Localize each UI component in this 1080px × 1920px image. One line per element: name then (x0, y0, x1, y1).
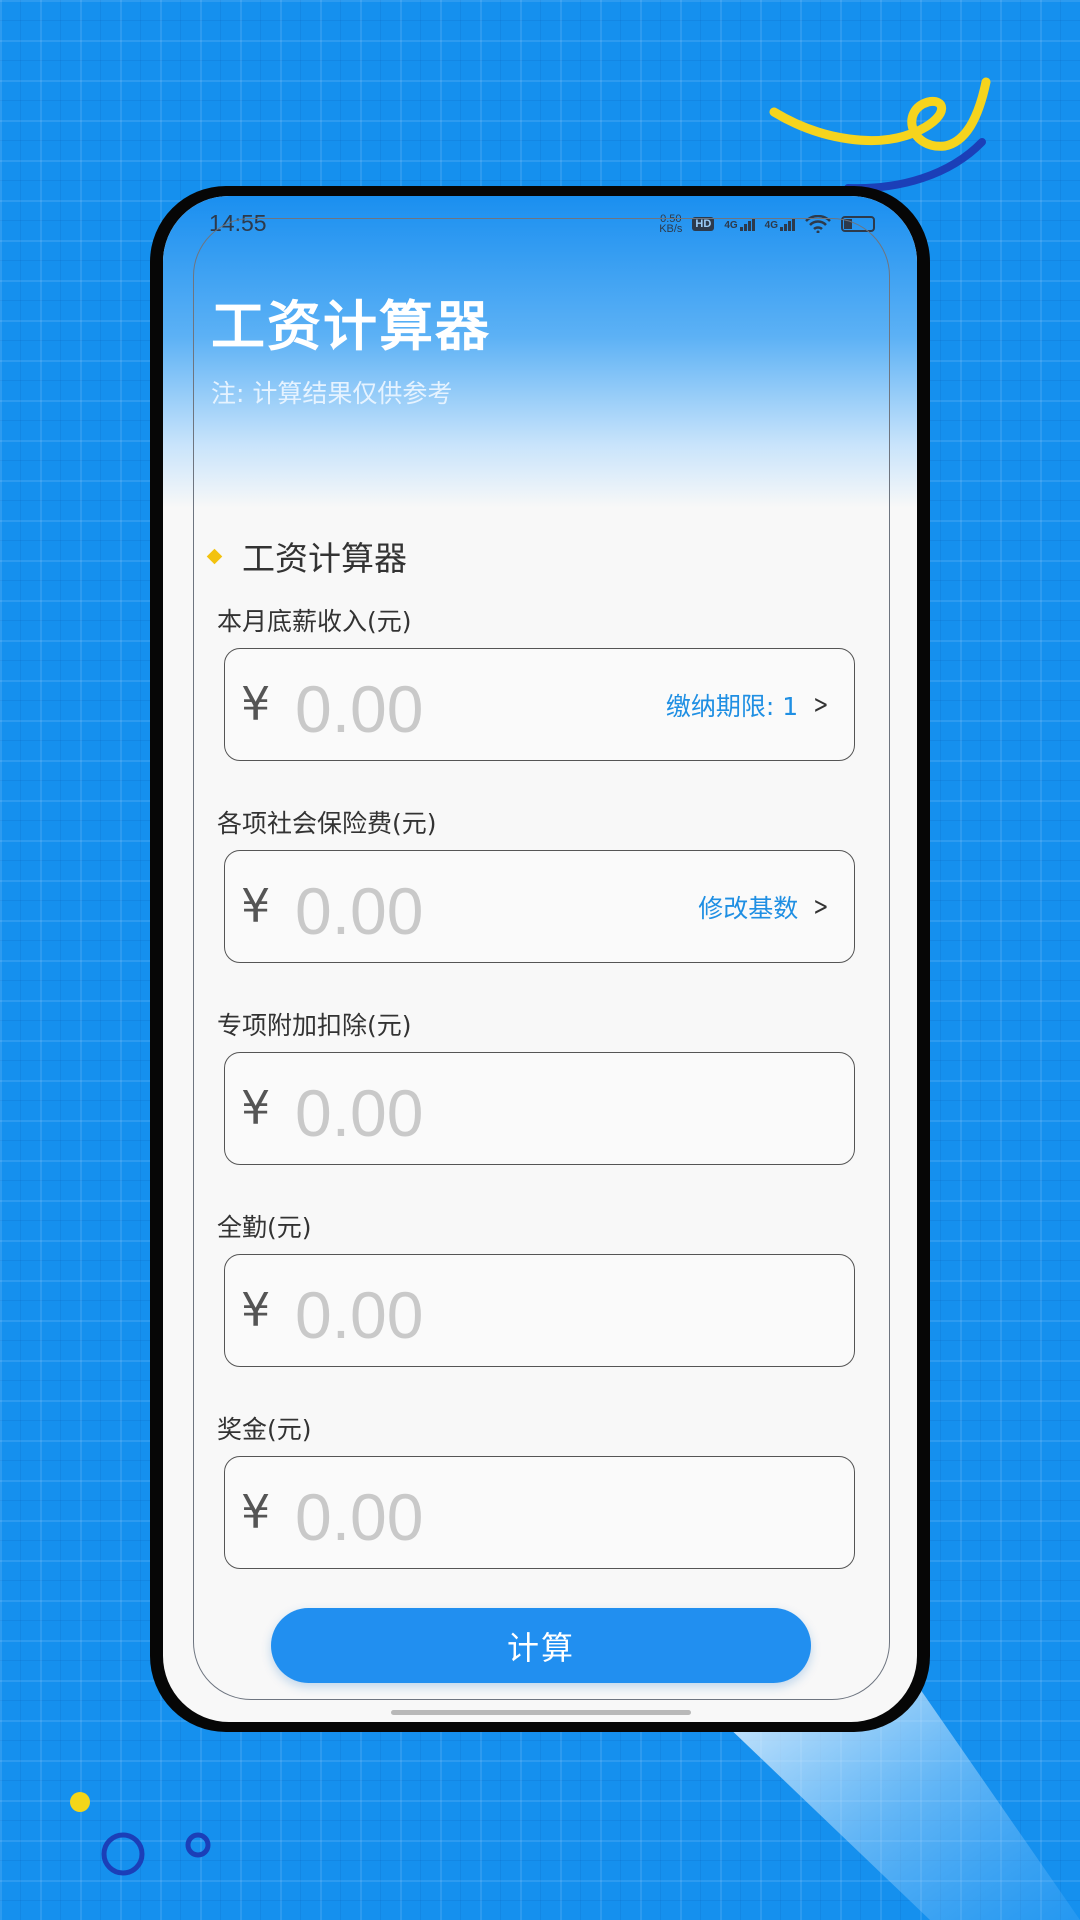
amount-placeholder: 0.00 (295, 1480, 424, 1554)
base-salary-input[interactable]: ¥ 0.00 缴纳期限: 1 > (224, 648, 855, 761)
yen-symbol: ¥ (241, 1081, 271, 1135)
battery-icon (841, 216, 875, 232)
special-deduction-input[interactable]: ¥ 0.00 (224, 1052, 855, 1165)
amount-placeholder: 0.00 (295, 1076, 424, 1150)
special-deduction-label: 专项附加扣除(元) (217, 1011, 412, 1040)
social-insurance-input[interactable]: ¥ 0.00 修改基数 > (224, 850, 855, 963)
bonus-input[interactable]: ¥ 0.00 (224, 1456, 855, 1569)
attendance-bonus-label: 全勤(元) (217, 1213, 312, 1242)
calculate-button[interactable]: 计算 (271, 1608, 811, 1683)
section-header: 工资计算器 (206, 532, 407, 580)
bonus-label: 奖金(元) (217, 1415, 312, 1444)
amount-placeholder: 0.00 (295, 874, 424, 948)
network-speed: 0.50 KB/s (659, 213, 683, 235)
amount-placeholder: 0.00 (295, 1278, 424, 1352)
signal-sim2-icon: 4G (765, 217, 795, 231)
yen-symbol: ¥ (241, 879, 271, 933)
dots-decoration (70, 1792, 211, 1876)
home-indicator[interactable] (391, 1710, 691, 1715)
status-icons: 0.50 KB/s HD 4G 4G (659, 213, 875, 235)
status-time: 14:55 (209, 210, 267, 236)
payment-period-label: 缴纳期限: 1 (665, 692, 799, 721)
signal-sim1-icon: 4G (724, 217, 755, 231)
section-title: 工资计算器 (242, 539, 407, 578)
modify-base-button[interactable]: 修改基数 > (698, 889, 832, 925)
modify-base-label: 修改基数 (698, 894, 799, 923)
base-salary-label: 本月底薪收入(元) (217, 607, 412, 636)
chevron-right-icon: > (813, 690, 829, 720)
social-insurance-label: 各项社会保险费(元) (217, 809, 437, 838)
status-bar: 14:55 0.50 KB/s HD 4G 4G (163, 210, 917, 242)
wifi-icon (805, 215, 831, 233)
disclaimer-note: 注: 计算结果仅供参考 (211, 379, 453, 408)
attendance-bonus-input[interactable]: ¥ 0.00 (224, 1254, 855, 1367)
yen-symbol: ¥ (241, 1283, 271, 1337)
yen-symbol: ¥ (241, 677, 271, 731)
yen-symbol: ¥ (241, 1485, 271, 1539)
app-screen: 14:55 0.50 KB/s HD 4G 4G 工资计算器 注: 计算结果仅供… (163, 196, 917, 1722)
squiggle-decoration (769, 77, 991, 193)
chevron-right-icon: > (813, 892, 829, 922)
diamond-bullet-icon (206, 548, 223, 564)
page-title: 工资计算器 (211, 295, 491, 358)
payment-period-selector[interactable]: 缴纳期限: 1 > (666, 687, 832, 723)
amount-placeholder: 0.00 (295, 672, 424, 746)
hd-icon: HD (692, 217, 715, 231)
